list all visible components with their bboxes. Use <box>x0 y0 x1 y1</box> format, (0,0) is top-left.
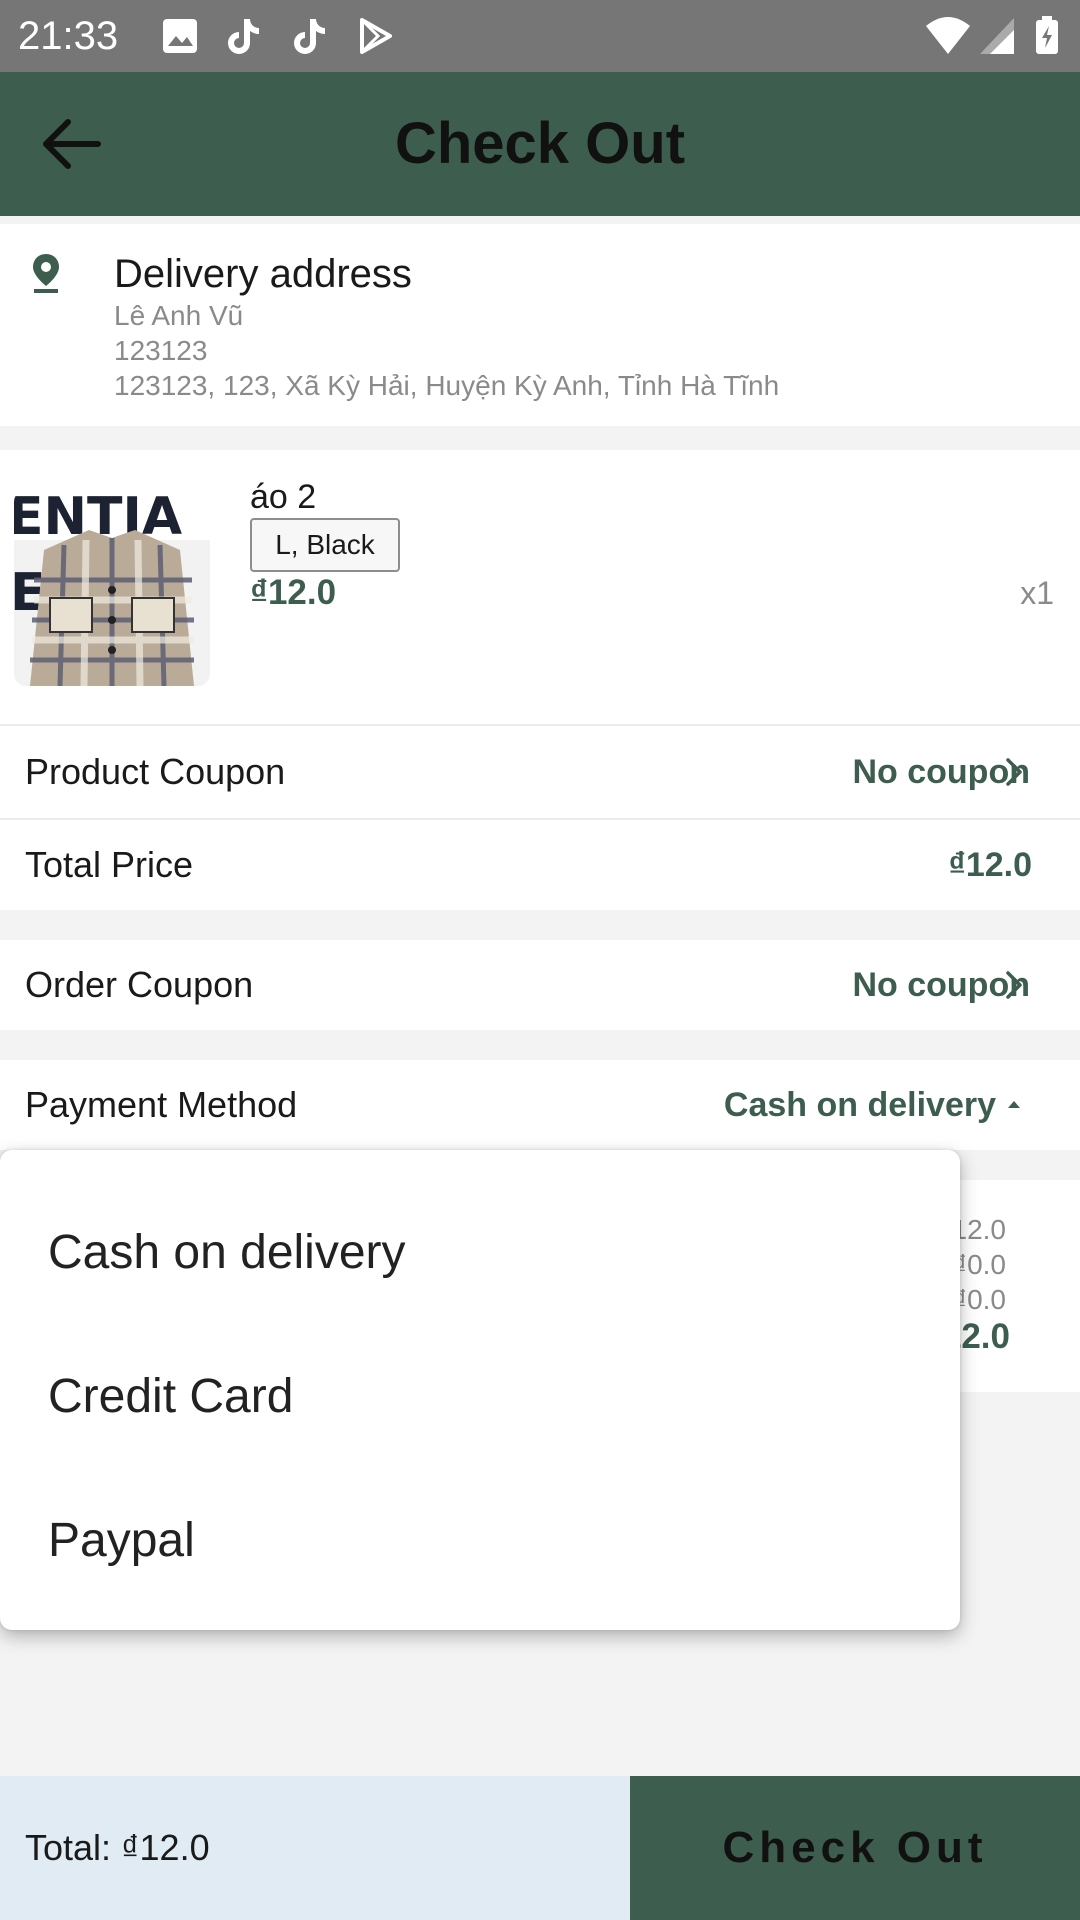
total-price-row: Total Price ₫12.0 <box>0 820 1080 910</box>
delivery-address-title: Delivery address <box>114 252 412 296</box>
product-image: ENTIA E <box>14 490 210 686</box>
delivery-address-card[interactable]: Delivery address Lê Anh Vũ 123123 123123… <box>0 224 1080 426</box>
address-full: 123123, 123, Xã Kỳ Hải, Huyện Kỳ Anh, Tỉ… <box>114 370 780 401</box>
bottom-total-bar: Total: ₫12.0 <box>0 1776 630 1920</box>
wifi-icon <box>924 16 972 56</box>
recipient-name: Lê Anh Vũ <box>114 300 244 331</box>
chevron-right-icon <box>1006 971 1022 999</box>
payment-option-credit-card[interactable]: Credit Card <box>0 1325 960 1469</box>
product-name: áo 2 <box>250 478 317 516</box>
product-price: ₫12.0 <box>250 573 337 612</box>
caret-up-icon[interactable] <box>1006 1098 1022 1110</box>
tiktok-icon <box>288 16 328 56</box>
summary-discount-value: ₫0.0 <box>952 1249 1006 1280</box>
product-coupon-row[interactable]: Product Coupon No coupon <box>0 726 1080 820</box>
payment-method-row[interactable]: Payment Method Cash on delivery <box>0 1060 1080 1150</box>
location-pin-icon <box>33 254 59 293</box>
product-coupon-label: Product Coupon <box>25 751 286 792</box>
order-coupon-label: Order Coupon <box>25 964 254 1005</box>
page-title: Check Out <box>394 111 686 176</box>
payment-method-selected[interactable]: Cash on delivery <box>724 1060 996 1150</box>
payment-method-dropdown: Cash on delivery Credit Card Paypal <box>0 1150 960 1630</box>
status-bar: 21:33 <box>0 0 1080 72</box>
total-price-label: Total Price <box>25 844 194 885</box>
summary-shipping-value: ₫0.0 <box>952 1284 1006 1315</box>
app-bar: Check Out <box>0 72 1080 216</box>
tiktok-icon <box>222 16 262 56</box>
payment-method-label: Payment Method <box>25 1084 298 1125</box>
play-store-icon <box>356 16 396 56</box>
product-item-card: ENTIA E áo 2 L, Black ₫12.0 x1 <box>0 450 1080 726</box>
arrow-left-icon <box>43 119 101 169</box>
gallery-icon <box>160 16 200 56</box>
signal-icon <box>978 16 1018 56</box>
battery-icon <box>1034 16 1060 56</box>
product-variant-chip: L, Black <box>250 518 400 572</box>
checkout-button[interactable]: Check Out <box>630 1776 1080 1920</box>
bottom-total-text: Total: ₫12.0 <box>25 1827 210 1868</box>
total-price-value: ₫12.0 <box>948 846 1032 884</box>
payment-option-cash[interactable]: Cash on delivery <box>0 1181 960 1325</box>
back-button[interactable] <box>38 114 108 174</box>
product-quantity: x1 <box>1020 575 1054 611</box>
chevron-right-icon <box>1006 758 1022 786</box>
order-coupon-row[interactable]: Order Coupon No coupon <box>0 940 1080 1030</box>
status-time: 21:33 <box>18 14 119 58</box>
payment-option-paypal[interactable]: Paypal <box>0 1469 960 1613</box>
recipient-phone: 123123 <box>114 335 208 366</box>
